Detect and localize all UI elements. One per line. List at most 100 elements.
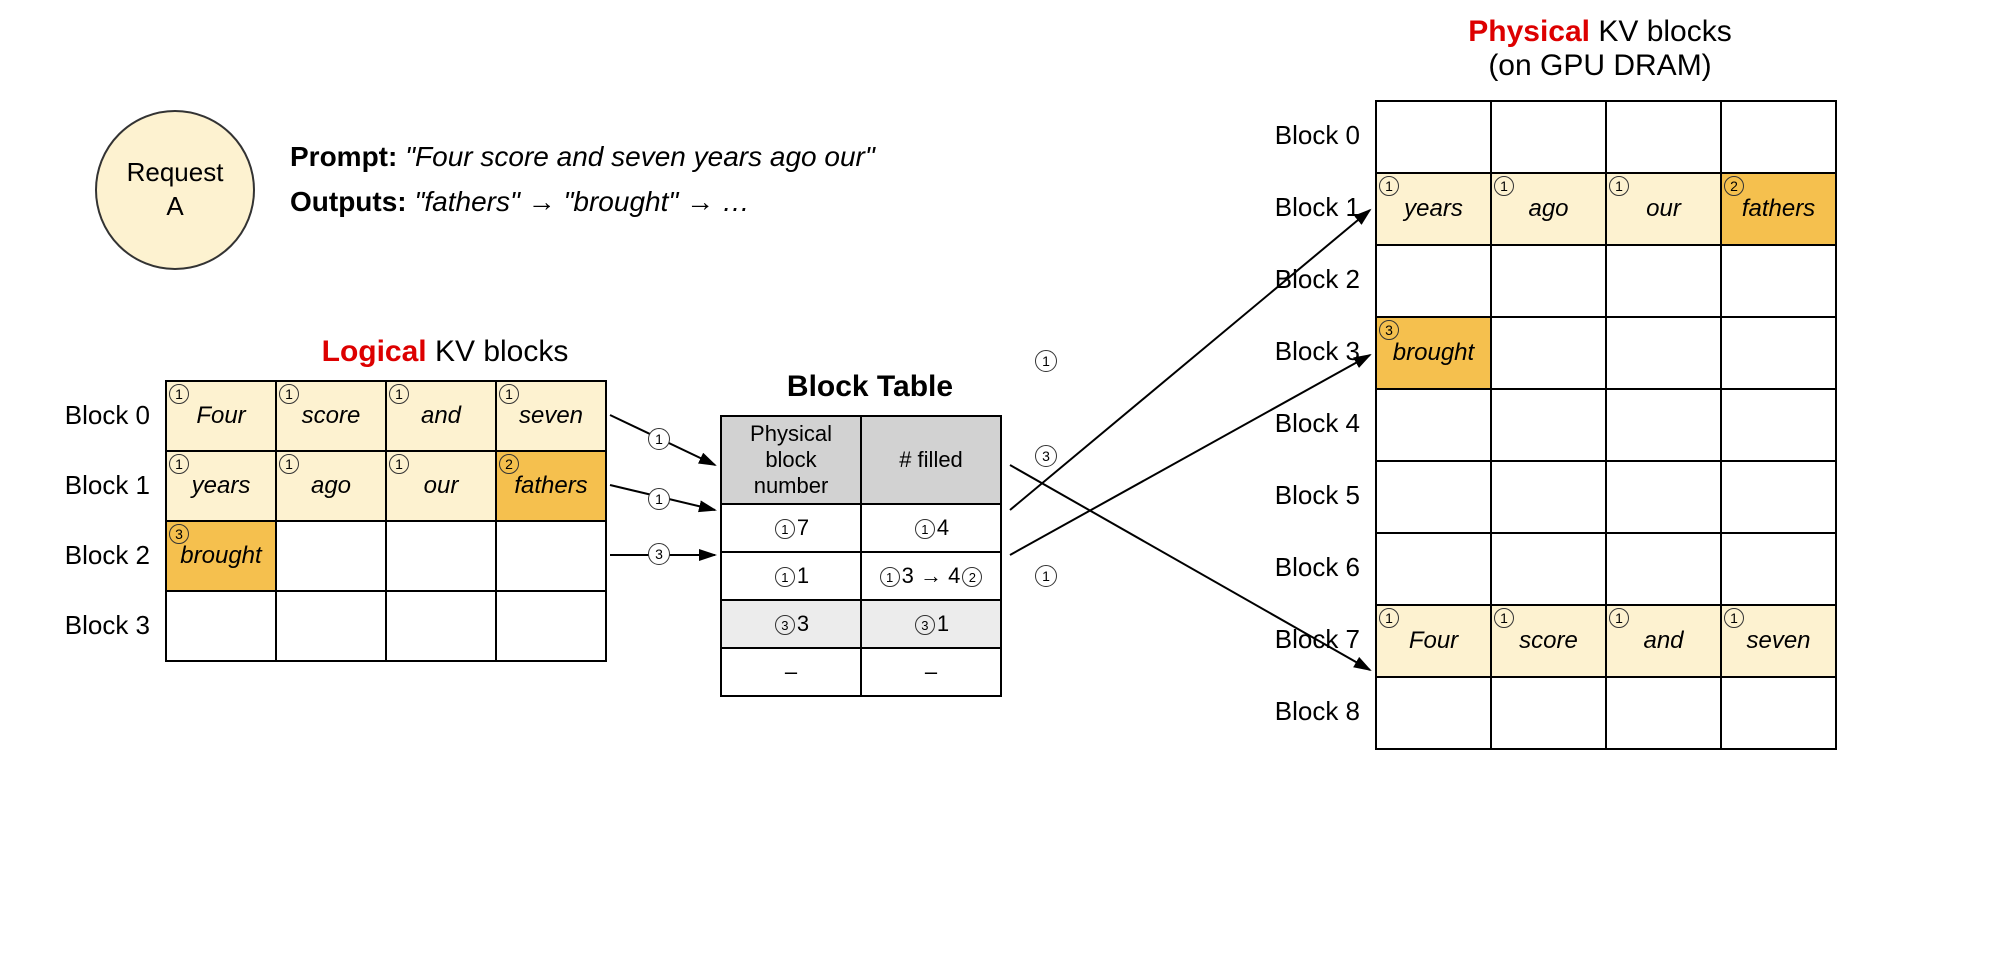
logical-cell: 1our <box>386 451 496 521</box>
request-circle: Request A <box>95 110 255 270</box>
physical-title-red: Physical <box>1468 15 1590 48</box>
bt-phys-num: 17 <box>721 504 861 552</box>
physical-cell <box>1721 677 1836 749</box>
physical-cell: 1score <box>1491 605 1606 677</box>
logical-cell: 1score <box>276 381 386 451</box>
physical-row-label: Block 2 <box>1250 264 1360 295</box>
physical-cell <box>1721 533 1836 605</box>
bt-filled: – <box>861 648 1001 696</box>
physical-row-label: Block 4 <box>1250 408 1360 439</box>
step-badge: 3 <box>775 615 795 635</box>
step-badge: 2 <box>962 567 982 587</box>
physical-cell <box>1721 389 1836 461</box>
arrow-badge-r2: 1 <box>1035 565 1057 587</box>
physical-cell: 1Four <box>1376 605 1491 677</box>
step-badge: 1 <box>1724 608 1744 628</box>
physical-cell: 1years <box>1376 173 1491 245</box>
physical-row-label: Block 8 <box>1250 696 1360 727</box>
physical-cell <box>1606 389 1721 461</box>
step-badge: 1 <box>1494 608 1514 628</box>
block-table-header: # filled <box>861 416 1001 504</box>
physical-row-label: Block 6 <box>1250 552 1360 583</box>
arrow-badge-l2: 3 <box>648 543 670 565</box>
step-badge: 1 <box>775 567 795 587</box>
step-badge: 1 <box>775 519 795 539</box>
physical-cell <box>1491 101 1606 173</box>
physical-cell <box>1491 389 1606 461</box>
physical-cell: 1ago <box>1491 173 1606 245</box>
physical-cell: 1seven <box>1721 605 1836 677</box>
physical-cell <box>1721 101 1836 173</box>
step-badge: 3 <box>1379 320 1399 340</box>
request-label: Request A <box>127 156 224 224</box>
physical-cell <box>1606 677 1721 749</box>
logical-cell: 2fathers <box>496 451 606 521</box>
step-badge: 1 <box>915 519 935 539</box>
logical-title-rest: KV blocks <box>427 335 569 368</box>
block-table-header: Physical block number <box>721 416 861 504</box>
logical-cell: 1and <box>386 381 496 451</box>
outputs-label: Outputs: <box>290 186 407 217</box>
bt-filled: 13 → 42 <box>861 552 1001 600</box>
step-badge: 2 <box>1724 176 1744 196</box>
physical-kv-grid: 1years1ago1our2fathers 3brought 1Four1scor… <box>1375 100 1837 750</box>
logical-cell <box>496 591 606 661</box>
physical-cell <box>1491 317 1606 389</box>
logical-cell: 1years <box>166 451 276 521</box>
block-table: Physical block number# filled17141113 → … <box>720 415 1002 697</box>
logical-cell <box>276 591 386 661</box>
logical-cell: 1Four <box>166 381 276 451</box>
physical-row-label: Block 3 <box>1250 336 1360 367</box>
logical-kv-grid: 1Four1score1and1seven1years1ago1our2fath… <box>165 380 607 662</box>
physical-cell <box>1606 101 1721 173</box>
step-badge: 2 <box>499 454 519 474</box>
physical-title-rest: KV blocks <box>1590 15 1732 48</box>
step-badge: 1 <box>1379 608 1399 628</box>
physical-row-label: Block 7 <box>1250 624 1360 655</box>
physical-cell <box>1376 677 1491 749</box>
prompt-label: Prompt: <box>290 141 397 172</box>
step-badge: 1 <box>1609 608 1629 628</box>
bt-filled: 31 <box>861 600 1001 648</box>
prompt-block: Prompt: "Four score and seven years ago … <box>290 135 990 225</box>
logical-cell <box>496 521 606 591</box>
block-table-title: Block Table <box>720 370 1020 404</box>
physical-cell <box>1606 533 1721 605</box>
logical-title: Logical KV blocks <box>270 335 620 369</box>
physical-cell: 2fathers <box>1721 173 1836 245</box>
physical-cell <box>1376 389 1491 461</box>
step-badge: 3 <box>169 524 189 544</box>
physical-cell <box>1721 461 1836 533</box>
physical-title: Physical KV blocks (on GPU DRAM) <box>1350 15 1850 83</box>
step-badge: 1 <box>1379 176 1399 196</box>
bt-phys-num: 33 <box>721 600 861 648</box>
outputs-text: "fathers" → "brought" → … <box>414 186 749 217</box>
step-badge: 1 <box>389 384 409 404</box>
step-badge: 1 <box>279 384 299 404</box>
physical-row-label: Block 5 <box>1250 480 1360 511</box>
step-badge: 1 <box>880 567 900 587</box>
physical-cell: 1and <box>1606 605 1721 677</box>
logical-cell: 1ago <box>276 451 386 521</box>
physical-cell: 3brought <box>1376 317 1491 389</box>
step-badge: 1 <box>169 454 189 474</box>
physical-cell <box>1491 677 1606 749</box>
step-badge: 1 <box>169 384 189 404</box>
physical-cell <box>1376 533 1491 605</box>
logical-row-label-1: Block 1 <box>40 470 150 501</box>
logical-cell: 3brought <box>166 521 276 591</box>
step-badge: 1 <box>279 454 299 474</box>
bt-phys-num: – <box>721 648 861 696</box>
logical-cell <box>386 521 496 591</box>
step-badge: 1 <box>389 454 409 474</box>
arrow-badge-r0: 1 <box>1035 350 1057 372</box>
step-badge: 1 <box>1494 176 1514 196</box>
physical-cell: 1our <box>1606 173 1721 245</box>
logical-cell <box>166 591 276 661</box>
arrow-badge-l0: 1 <box>648 428 670 450</box>
step-badge: 3 <box>915 615 935 635</box>
physical-cell <box>1491 461 1606 533</box>
logical-row-label-3: Block 3 <box>40 610 150 641</box>
physical-cell <box>1721 245 1836 317</box>
physical-cell <box>1491 533 1606 605</box>
